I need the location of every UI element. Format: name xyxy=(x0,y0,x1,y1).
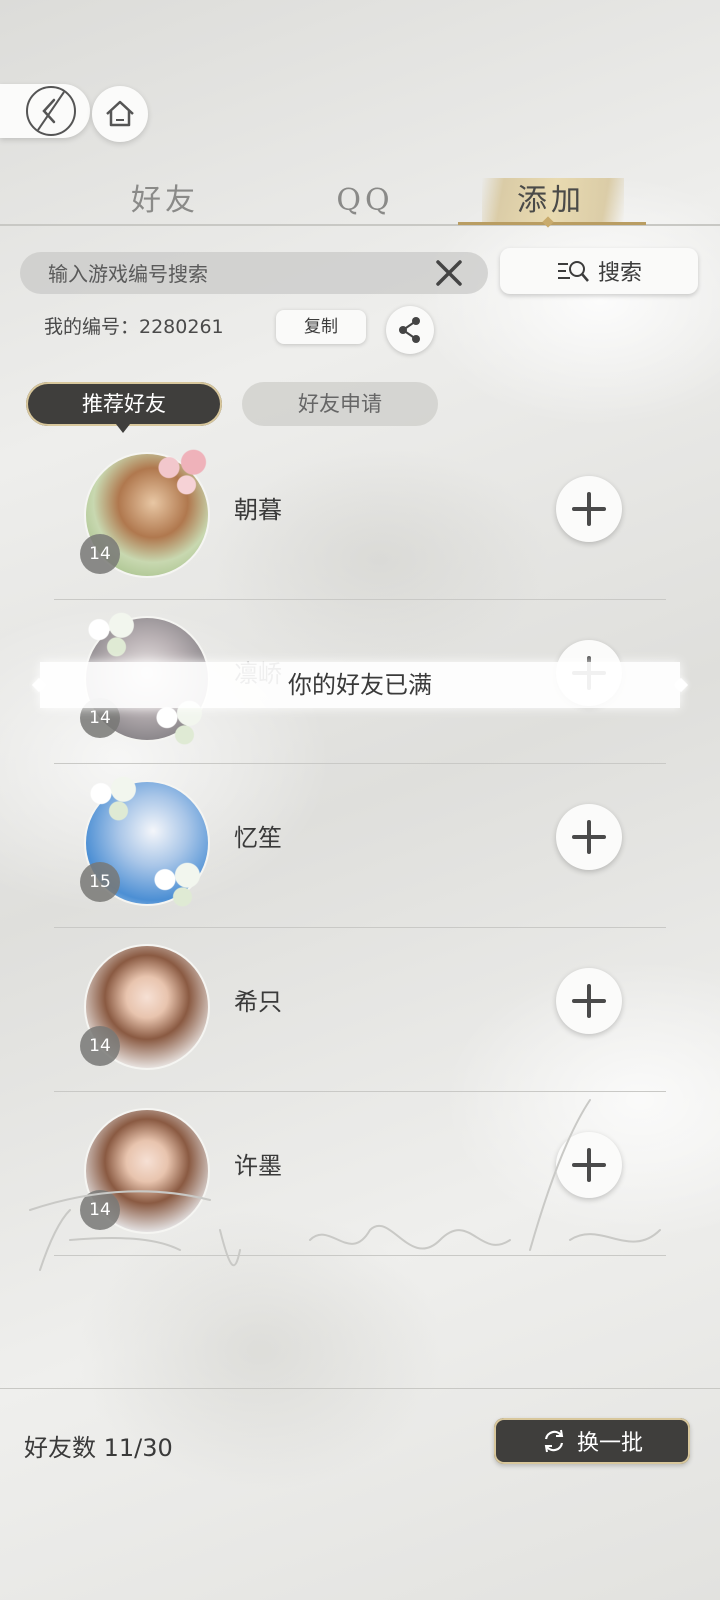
add-friend-button[interactable] xyxy=(556,968,622,1034)
subtab-requests[interactable]: 好友申请 xyxy=(242,382,438,426)
friends-script-watermark xyxy=(29,1099,661,1271)
avatar-frame-flowers xyxy=(80,772,150,826)
avatar-frame-flowers xyxy=(78,608,148,662)
back-button[interactable] xyxy=(0,84,90,138)
list-item: 14 朝暮 xyxy=(54,436,666,600)
add-friend-button[interactable] xyxy=(556,804,622,870)
refresh-button[interactable]: 换一批 xyxy=(494,1418,690,1464)
avatar[interactable]: 15 xyxy=(80,772,214,912)
search-button[interactable]: 搜索 xyxy=(500,248,698,294)
copy-button[interactable]: 复制 xyxy=(276,310,366,344)
my-id-text: 我的编号：2280261 xyxy=(44,316,224,338)
toast-message: 你的好友已满 xyxy=(40,662,680,708)
list-item: 15 忆笙 xyxy=(54,764,666,928)
share-button[interactable] xyxy=(386,306,434,354)
friend-name: 希只 xyxy=(234,988,282,1016)
friend-count: 好友数 11/30 xyxy=(24,1434,173,1462)
friend-name: 忆笙 xyxy=(234,824,282,852)
bottom-divider xyxy=(0,1388,720,1389)
avatar-frame-flowers xyxy=(144,858,214,912)
tab-friends[interactable]: 好友 xyxy=(110,176,220,226)
list-item: 14 希只 xyxy=(54,928,666,1092)
search-input[interactable] xyxy=(46,252,430,296)
search-icon xyxy=(557,261,589,282)
back-arrow-icon xyxy=(26,86,76,136)
clear-icon[interactable] xyxy=(434,258,464,288)
refresh-button-label: 换一批 xyxy=(576,1431,643,1456)
search-button-label: 搜索 xyxy=(597,261,642,286)
avatar[interactable]: 14 xyxy=(80,944,210,1070)
search-bar xyxy=(20,252,488,296)
refresh-icon xyxy=(544,1429,564,1453)
level-badge: 14 xyxy=(80,1026,120,1066)
avatar[interactable]: 14 xyxy=(80,446,218,578)
tab-qq[interactable]: QQ xyxy=(310,176,420,226)
home-icon xyxy=(106,100,134,127)
subtab-recommended[interactable]: 推荐好友 xyxy=(26,382,222,426)
subtab-pointer xyxy=(116,424,130,433)
add-friend-button[interactable] xyxy=(556,476,622,542)
level-badge: 14 xyxy=(80,534,120,574)
avatar-frame-flowers xyxy=(148,446,218,500)
friend-name: 朝暮 xyxy=(234,496,282,524)
level-badge: 15 xyxy=(80,862,120,902)
home-button[interactable] xyxy=(92,86,148,142)
share-icon xyxy=(399,317,420,343)
